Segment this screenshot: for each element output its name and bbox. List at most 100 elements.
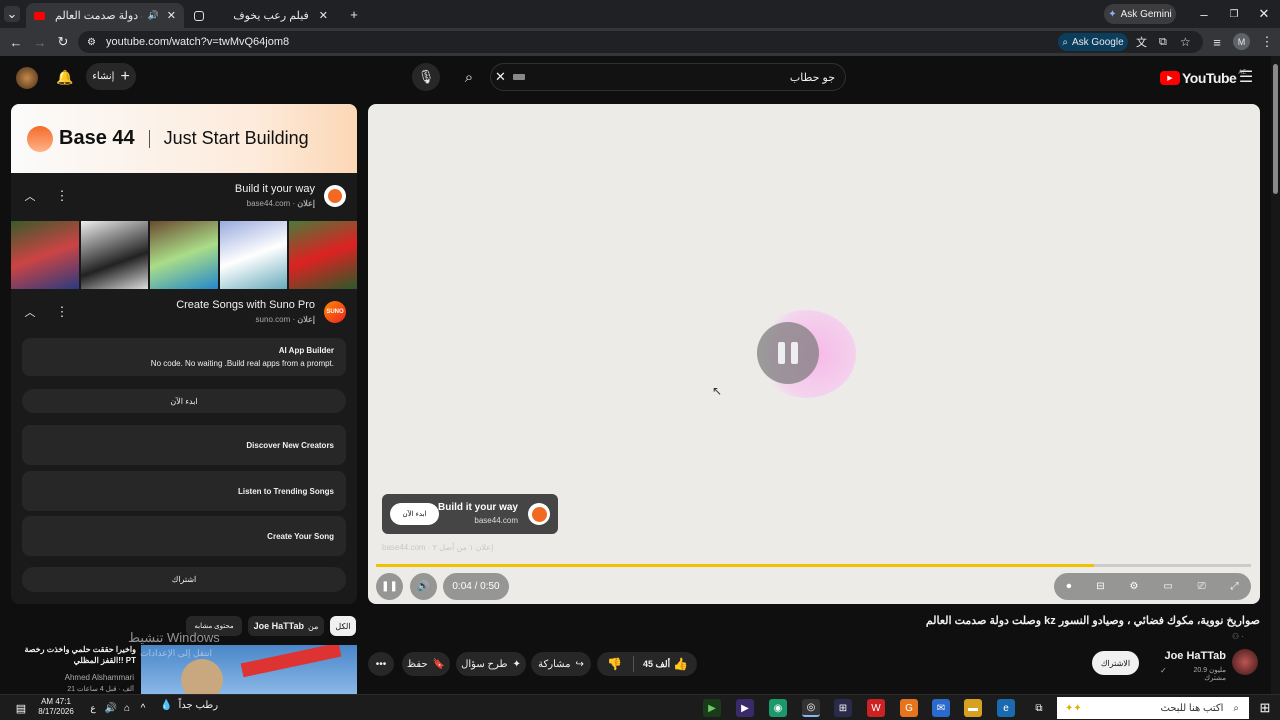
subscribe-ad-button[interactable]: اشتراك (22, 567, 346, 592)
reading-list-icon[interactable]: ≡ (1209, 34, 1225, 50)
ad-image-strip[interactable] (11, 221, 357, 289)
close-window-icon[interactable]: ✕ (1256, 6, 1272, 22)
profile-avatar[interactable]: M (1233, 33, 1250, 50)
browser-menu-icon[interactable]: ⋮ (1259, 34, 1275, 50)
search-value: جو حطاب (789, 71, 835, 84)
youtube-favicon-icon (34, 11, 45, 20)
discover-creators-button[interactable]: Discover New Creators (22, 425, 346, 465)
ad-banner[interactable]: Base 44 Just Start Building (11, 104, 357, 173)
wps-icon[interactable]: W (867, 699, 885, 717)
weather-widget[interactable]: 💧 رطب جداً (160, 700, 218, 711)
forward-icon[interactable]: → (32, 34, 48, 50)
tab-close-icon[interactable]: ✕ (167, 9, 176, 22)
windows-start-icon[interactable]: ⊞ (1256, 699, 1274, 717)
channel-avatar[interactable] (1232, 649, 1258, 675)
settings-gear-icon[interactable]: ⚙ (1130, 581, 1139, 592)
app-icon-chat[interactable]: ◉ (769, 699, 787, 717)
language-indicator[interactable]: ع (84, 699, 102, 717)
ask-google-label: Ask Google (1071, 36, 1124, 48)
tab-close-icon[interactable]: ✕ (319, 9, 328, 22)
share-button[interactable]: مشاركة ↪ (531, 652, 591, 676)
site-info-icon[interactable]: ⚙ (87, 37, 96, 48)
subtitles-icon[interactable]: ⊟ (1096, 581, 1104, 592)
app-icon-arrow[interactable]: ▶ (703, 699, 721, 717)
ad-info-line: base44.com · إعلان ١ من أصل ٢ (382, 543, 494, 552)
task-view-icon[interactable]: ⧉ (1030, 699, 1048, 717)
ad-overlay-card[interactable]: ابدء الآن Build it your way base44.com (382, 494, 558, 534)
clock[interactable]: AM 47:1 8/17/2026 (34, 697, 78, 717)
search-icon[interactable]: ⌕ (455, 63, 483, 91)
save-button[interactable]: حفظ 🔖 (402, 652, 450, 676)
search-input[interactable]: ✕ جو حطاب (490, 63, 846, 91)
guide-menu-icon[interactable]: ☰ (1236, 67, 1256, 87)
create-song-button[interactable]: Create Your Song (22, 516, 346, 556)
create-button[interactable]: إنشاء + (86, 63, 136, 90)
more-options-icon[interactable]: ⋮ (55, 304, 69, 319)
progress-track[interactable] (376, 564, 1251, 567)
file-explorer-icon[interactable]: ▬ (964, 699, 982, 717)
mail-icon[interactable]: ✉ (932, 699, 950, 717)
collapse-chevron-icon[interactable]: ︿ (23, 189, 37, 203)
ad-row-base44[interactable]: ︿ ⋮ Build it your way base44.com · إعلان (11, 173, 357, 221)
subscribe-button[interactable]: الاشتراك (1092, 651, 1139, 675)
collapse-chevron-icon[interactable]: ︿ (23, 305, 37, 319)
account-avatar[interactable] (16, 67, 38, 89)
scroll-thumb[interactable] (1273, 64, 1278, 194)
ask-button[interactable]: طرح سؤال ✦ (456, 652, 526, 676)
recommended-title[interactable]: واخيرا حققت حلمي واخذت رخصة القفز المظلي… (10, 644, 136, 666)
volume-icon[interactable]: 🔊 (410, 573, 437, 600)
back-icon[interactable]: ← (8, 34, 24, 50)
app-icon-video[interactable]: ▶ (736, 699, 754, 717)
video-player[interactable]: ↖ ابدء الآن Build it your way base44.com… (368, 104, 1260, 604)
center-pause-icon[interactable] (757, 322, 819, 384)
youtube-logo[interactable]: ▶ YouTube AE (1160, 70, 1246, 86)
ask-gemini-button[interactable]: ✦ Ask Gemini (1104, 4, 1176, 24)
more-actions-icon[interactable]: ••• (368, 652, 394, 676)
chip-from-channel[interactable]: Joe HaTTab من (248, 616, 324, 636)
taskbar-search-input[interactable]: ✦✦ اكتب هنا للبحث ⌕ (1057, 697, 1249, 719)
tab-search-icon[interactable]: ⌄ (4, 6, 20, 22)
url-text: youtube.com/watch?v=twMvQ64jom8 (106, 36, 290, 48)
notifications-bell-icon[interactable]: 🔔 (56, 68, 74, 86)
chrome-icon[interactable]: ◎ (802, 699, 820, 717)
chip-all[interactable]: الكل (330, 616, 356, 636)
notifications-icon[interactable]: ▤ (12, 699, 30, 717)
cast-icon[interactable]: ⎚ (1198, 581, 1206, 592)
edge-icon[interactable]: e (997, 699, 1015, 717)
restore-icon[interactable]: ❐ (1226, 6, 1242, 22)
tab-youtube[interactable]: وصلت دولة صدمت العالم kz 🔊 ✕ (26, 3, 184, 28)
ad-row-suno[interactable]: ︿ ⋮ Create Songs with Suno Pro suno.com … (11, 289, 357, 337)
translate-icon[interactable]: 文 (1136, 34, 1147, 50)
ad-meta: suno.com · إعلان (255, 315, 315, 324)
time-display: 0:04 / 0:50 (443, 573, 509, 600)
start-now-button[interactable]: ابدء الآن (22, 389, 346, 413)
pause-button[interactable]: ❚❚ (376, 573, 403, 600)
clear-search-icon[interactable]: ✕ (495, 69, 506, 85)
minimize-icon[interactable]: – (1196, 6, 1212, 22)
channel-name[interactable]: Joe HaTTab (1152, 650, 1226, 662)
tab-second[interactable]: فيلم رعب يخوف ✕ (186, 3, 336, 28)
more-options-icon[interactable]: ⋮ (55, 188, 69, 203)
dislike-icon[interactable]: 👎 (607, 657, 622, 671)
page-scrollbar[interactable] (1271, 56, 1280, 694)
app-icon-g[interactable]: G (900, 699, 918, 717)
autoplay-toggle-icon[interactable]: ⏺ (1066, 581, 1071, 592)
omnibox[interactable]: ⚙ youtube.com/watch?v=twMvQ64jom8 ⌕ Ask … (78, 31, 1203, 53)
miniplayer-icon[interactable]: ▭ (1163, 581, 1172, 592)
tray-chevron-icon[interactable]: ^ (134, 699, 152, 717)
fullscreen-icon[interactable]: ⤢ (1231, 581, 1239, 592)
overlay-start-button[interactable]: ابدء الآن (390, 503, 439, 525)
new-tab-icon[interactable]: + (346, 6, 362, 22)
keyboard-icon[interactable] (513, 74, 525, 80)
like-count[interactable]: 45 ألف (643, 659, 670, 670)
bookmark-star-icon[interactable]: ☆ (1180, 35, 1191, 49)
install-app-icon[interactable]: ⧉ (1159, 36, 1167, 49)
youtube-play-icon: ▶ (1160, 71, 1180, 85)
ask-google-button[interactable]: ⌕ Ask Google (1058, 33, 1128, 51)
voice-search-icon[interactable]: 🎙 (412, 63, 440, 91)
ai-app-builder-card[interactable]: AI App Builder No code. No waiting .Buil… (22, 338, 346, 376)
reload-icon[interactable]: ↻ (55, 34, 71, 50)
store-icon[interactable]: ⊞ (834, 699, 852, 717)
trending-songs-button[interactable]: Listen to Trending Songs (22, 471, 346, 511)
like-icon[interactable]: 👍 (673, 657, 688, 671)
